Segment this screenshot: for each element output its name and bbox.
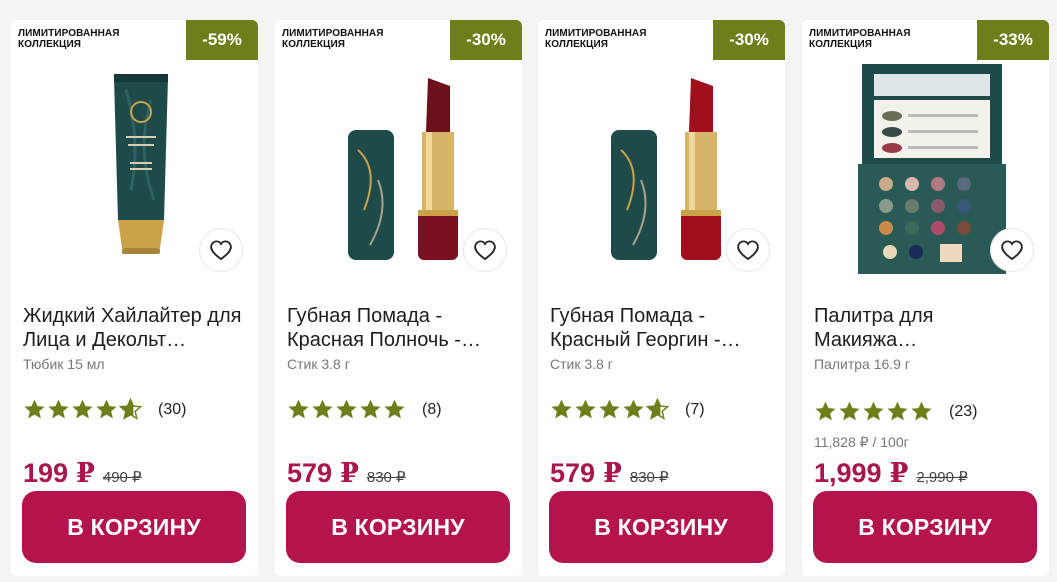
product-variant: Стик 3.8 г [550,356,613,372]
review-count[interactable]: (23) [949,403,977,421]
product-title[interactable]: Губная Помада - Красный Георгин -… [550,304,778,352]
star-icon [312,399,333,419]
product-card[interactable]: ЛИМИТИРОВАННАЯ КОЛЛЕКЦИЯ -30% Губная Пом… [538,20,785,576]
star-half-icon [646,398,669,420]
star-icon [48,399,69,419]
currency-symbol: ₽ [340,458,359,489]
current-price: 579 [287,458,333,488]
star-icon [336,399,357,419]
review-count[interactable]: (7) [685,401,705,419]
product-rating: (23) [814,400,977,423]
current-price: 579 [550,458,596,488]
limited-collection-badge: ЛИМИТИРОВАННАЯ КОЛЛЕКЦИЯ [18,28,120,50]
star-icon [863,401,884,421]
star-icon [887,401,908,421]
wishlist-heart-button[interactable] [991,229,1033,271]
limited-collection-badge: ЛИМИТИРОВАННАЯ КОЛЛЕКЦИЯ [545,28,647,50]
product-card[interactable]: ЛИМИТИРОВАННАЯ КОЛЛЕКЦИЯ -30% Губная Пом… [275,20,522,576]
wishlist-heart-button[interactable] [727,229,769,271]
product-variant: Стик 3.8 г [287,356,350,372]
limited-collection-badge: ЛИМИТИРОВАННАЯ КОЛЛЕКЦИЯ [809,28,911,50]
star-icon [623,399,644,419]
product-rating: (8) [287,398,442,421]
star-icon [96,399,117,419]
wishlist-heart-button[interactable] [464,229,506,271]
product-card[interactable]: ЛИМИТИРОВАННАЯ КОЛЛЕКЦИЯ -33% Палитра дл… [802,20,1049,576]
add-to-cart-button[interactable]: В КОРЗИНУ [22,491,246,563]
product-title[interactable]: Жидкий Хайлайтер для Лица и Декольт… [23,304,251,352]
wishlist-heart-button[interactable] [200,229,242,271]
add-to-cart-button[interactable]: В КОРЗИНУ [813,491,1037,563]
old-price: 490 ₽ [102,469,142,486]
rating-stars [550,398,669,421]
product-card[interactable]: ЛИМИТИРОВАННАЯ КОЛЛЕКЦИЯ -59% Жидкий Хай… [11,20,258,576]
star-icon [575,399,596,419]
currency-symbol: ₽ [603,458,622,489]
star-icon [384,399,405,419]
product-title[interactable]: Губная Помада - Красная Полночь -… [287,304,515,352]
product-rating: (30) [23,398,186,421]
review-count[interactable]: (30) [158,401,186,419]
price-row: 579 ₽ 830 ₽ [550,458,669,489]
star-icon [911,401,932,421]
old-price: 830 ₽ [629,469,669,486]
product-title[interactable]: Палитра для Макияжа… [814,304,1042,352]
price-row: 1,999 ₽ 2,990 ₽ [814,458,968,489]
add-to-cart-button[interactable]: В КОРЗИНУ [549,491,773,563]
price-row: 199 ₽ 490 ₽ [23,458,142,489]
old-price: 830 ₽ [366,469,406,486]
heart-icon [737,240,759,261]
star-icon [288,399,309,419]
limited-collection-badge: ЛИМИТИРОВАННАЯ КОЛЛЕКЦИЯ [282,28,384,50]
star-icon [360,399,381,419]
current-price: 199 [23,458,69,488]
star-icon [839,401,860,421]
currency-symbol: ₽ [889,458,909,489]
product-variant: Тюбик 15 мл [23,356,105,372]
product-rating: (7) [550,398,705,421]
heart-icon [1001,240,1023,261]
old-price: 2,990 ₽ [916,469,968,486]
rating-stars [287,398,406,421]
rating-stars [23,398,142,421]
product-grid: ЛИМИТИРОВАННАЯ КОЛЛЕКЦИЯ -59% Жидкий Хай… [0,0,1057,582]
currency-symbol: ₽ [76,458,95,489]
rating-stars [814,400,933,423]
review-count[interactable]: (8) [422,401,442,419]
star-icon [72,399,93,419]
unit-price: 11,828 ₽ / 100г [814,434,909,450]
product-variant: Палитра 16.9 г [814,356,910,372]
heart-icon [474,240,496,261]
add-to-cart-button[interactable]: В КОРЗИНУ [286,491,510,563]
heart-icon [210,240,232,261]
current-price: 1,999 [814,458,882,488]
star-icon [551,399,572,419]
star-icon [24,399,45,419]
price-row: 579 ₽ 830 ₽ [287,458,406,489]
star-half-icon [119,398,142,420]
star-icon [599,399,620,419]
star-icon [815,401,836,421]
